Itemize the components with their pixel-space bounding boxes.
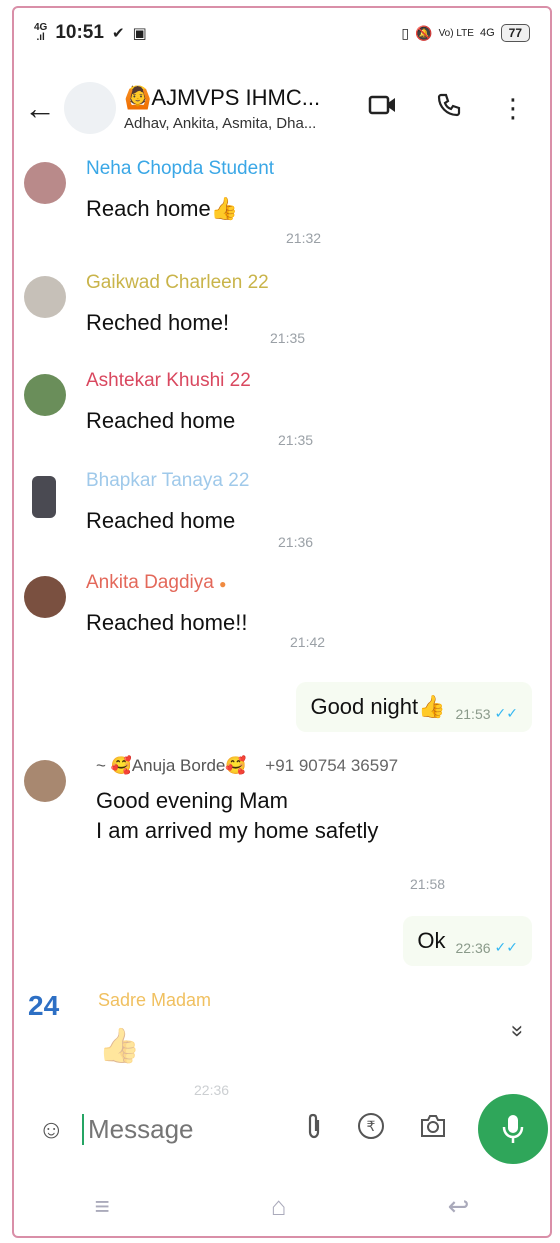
signal-icon: .ıl [36, 32, 45, 43]
message-time: 21:53 [455, 705, 491, 722]
payment-rupee-icon[interactable]: ₹ [356, 1111, 386, 1148]
avatar[interactable] [24, 576, 66, 618]
message-input[interactable] [82, 1113, 272, 1145]
phone-screen: 4G .ıl 10:51 ✔ ▣ ▯ 🔕 Vo) LTE 4G 77 ← 🙆AJ… [12, 6, 552, 1238]
message-bubble[interactable]: Gaikwad Charleen 22 Reched home! [86, 272, 269, 338]
video-call-icon[interactable] [368, 93, 398, 124]
message-bubble[interactable]: Ankita Dagdiya ● Reached home!! [86, 572, 247, 638]
message-text: I am arrived my home safetly [96, 818, 379, 843]
message-sender: Neha Chopda Student [86, 158, 275, 179]
scroll-down-icon[interactable]: » [505, 1025, 531, 1037]
message-time: 22:36 [455, 939, 491, 956]
message-text: Ok [417, 928, 446, 953]
sender-phone: +91 90754 36597 [265, 756, 399, 775]
message-sticker: 👍 [98, 1027, 141, 1065]
network-indicator: 4G .ıl [34, 23, 47, 43]
rupee-glyph: ₹ [367, 1119, 376, 1135]
read-ticks-icon: ✓✓ [494, 705, 518, 721]
sync-icon: ✔ [111, 25, 125, 42]
chat-header: ← 🙆AJMVPS IHMC... Adhav, Ankita, Asmita,… [14, 68, 550, 148]
avatar[interactable] [32, 476, 56, 518]
message-time: 21:58 [410, 876, 446, 892]
avatar[interactable] [24, 276, 66, 318]
volte-label: Vo) LTE [438, 27, 474, 39]
message-text: Reached home!! [86, 610, 248, 635]
silent-icon: 🔕 [415, 24, 433, 41]
message-text: Reched home! [86, 310, 230, 335]
chat-title-area[interactable]: 🙆AJMVPS IHMC... Adhav, Ankita, Asmita, D… [124, 85, 368, 132]
message-status: 22:36 ✓✓ [455, 939, 518, 956]
message-sender: Bhapkar Tanaya 22 [86, 470, 250, 491]
message-bubble[interactable]: Ashtekar Khushi 22 Reached home [86, 370, 251, 436]
network-4g-label: 4G [479, 27, 495, 39]
more-options-icon[interactable]: ⋮ [500, 93, 526, 124]
status-time: 10:51 [55, 22, 104, 43]
attach-icon[interactable] [304, 1112, 324, 1147]
message-text: Good evening Mam [96, 788, 288, 813]
message-time: 21:32 [286, 230, 322, 246]
emoji-icon[interactable]: ☺ [38, 1114, 82, 1145]
message-status: 21:53 ✓✓ [455, 705, 518, 722]
voice-message-button[interactable] [478, 1094, 548, 1164]
message-text: Reach home👍 [86, 196, 239, 221]
camera-icon[interactable] [418, 1112, 448, 1147]
outgoing-message[interactable]: Ok 22:36 ✓✓ [403, 916, 532, 966]
message-sender: Sadre Madam [98, 990, 212, 1010]
avatar[interactable] [24, 374, 66, 416]
avatar[interactable] [24, 162, 66, 204]
message-composer: ☺ ₹ [14, 1094, 550, 1164]
message-bubble[interactable]: Bhapkar Tanaya 22 Reached home [86, 470, 249, 536]
message-time: 21:35 [278, 432, 314, 448]
voice-call-icon[interactable] [436, 92, 462, 125]
message-sender-name: Ankita Dagdiya [86, 572, 214, 593]
message-sender: Ashtekar Khushi 22 [86, 370, 251, 391]
unread-count-badge: 24 [28, 990, 60, 1021]
message-sender: Gaikwad Charleen 22 [86, 272, 269, 293]
avatar[interactable] [24, 760, 66, 802]
message-time: 21:42 [290, 634, 326, 650]
status-bar: 4G .ıl 10:51 ✔ ▣ ▯ 🔕 Vo) LTE 4G 77 [14, 8, 550, 58]
message-text: Reached home [86, 408, 236, 433]
back-arrow-icon[interactable]: ← [24, 90, 64, 127]
sun-emoji-icon: ● [219, 577, 227, 591]
message-list: Neha Chopda Student Reach home👍 21:32 Ga… [14, 148, 550, 1098]
notification-icon: ▣ [132, 25, 147, 42]
message-bubble[interactable]: Sadre Madam 👍 [98, 990, 212, 1065]
nav-back-icon[interactable]: ↩ [448, 1191, 470, 1222]
read-ticks-icon: ✓✓ [494, 939, 518, 955]
message-time: 21:35 [270, 330, 306, 346]
system-nav-bar: ≡ ⌂ ↩ [14, 1176, 550, 1236]
chat-title: 🙆AJMVPS IHMC... [124, 84, 321, 110]
home-icon[interactable]: ⌂ [271, 1191, 287, 1222]
vibrate-icon: ▯ [401, 24, 410, 41]
message-bubble[interactable]: ~ 🥰Anuja Borde🥰 +91 90754 36597 Good eve… [96, 756, 398, 846]
battery-indicator: 77 [500, 24, 530, 42]
outgoing-message[interactable]: Good night👍 21:53 ✓✓ [296, 682, 532, 732]
recent-apps-icon[interactable]: ≡ [95, 1191, 110, 1222]
message-time: 21:36 [278, 534, 314, 550]
chat-participants: Adhav, Ankita, Asmita, Dha... [124, 114, 317, 132]
message-sender-name: ~ 🥰Anuja Borde🥰 [96, 756, 247, 775]
message-sender: ~ 🥰Anuja Borde🥰 +91 90754 36597 [96, 756, 398, 776]
message-text: Reached home [86, 508, 236, 533]
message-sender: Ankita Dagdiya ● [86, 572, 247, 594]
message-bubble[interactable]: Neha Chopda Student Reach home👍 [86, 158, 274, 224]
message-text: Good night👍 [310, 694, 446, 719]
group-avatar[interactable] [64, 82, 116, 134]
microphone-icon [502, 1115, 524, 1143]
